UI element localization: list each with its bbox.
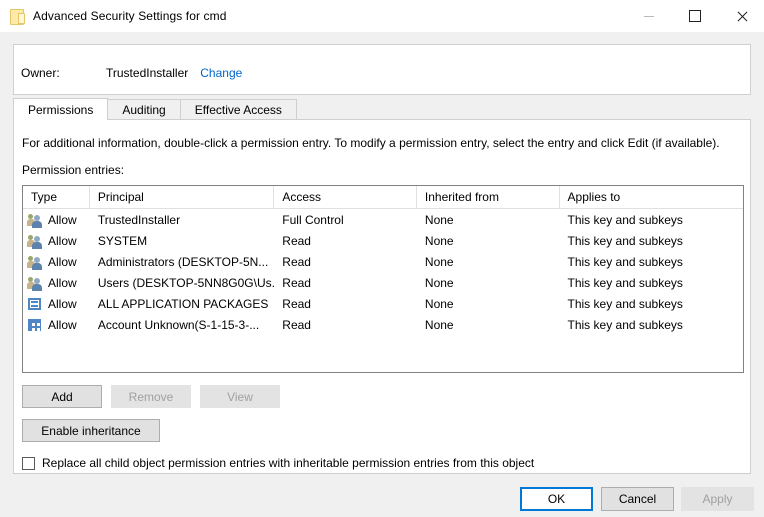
cell-access: Read: [274, 318, 417, 332]
cell-inherited-from: None: [417, 234, 560, 248]
cell-access: Read: [274, 297, 417, 311]
replace-child-permissions-checkbox[interactable]: [22, 457, 35, 470]
tab-strip: Permissions Auditing Effective Access: [13, 98, 296, 120]
cell-type: Allow: [48, 276, 77, 290]
column-header-inherited-from[interactable]: Inherited from: [417, 186, 560, 208]
minimize-icon: [644, 16, 654, 17]
close-icon: [736, 11, 747, 22]
cell-access: Read: [274, 255, 417, 269]
cell-applies-to: This key and subkeys: [560, 297, 743, 311]
cell-principal: ALL APPLICATION PACKAGES: [90, 297, 274, 311]
cell-applies-to: This key and subkeys: [560, 255, 743, 269]
info-text: For additional information, double-click…: [22, 136, 720, 150]
app-package-icon: [27, 296, 43, 312]
maximize-icon: [689, 10, 701, 22]
cell-type: Allow: [48, 234, 77, 248]
cancel-button[interactable]: Cancel: [601, 487, 674, 511]
cell-type: Allow: [48, 318, 77, 332]
group-icon: [27, 233, 43, 249]
table-row[interactable]: Allow TrustedInstaller Full Control None…: [23, 209, 743, 230]
caption-buttons: [626, 0, 764, 32]
group-icon: [27, 275, 43, 291]
cell-applies-to: This key and subkeys: [560, 318, 743, 332]
replace-child-permissions-label: Replace all child object permission entr…: [42, 456, 534, 470]
owner-label: Owner:: [21, 66, 106, 80]
enable-inheritance-button[interactable]: Enable inheritance: [22, 419, 160, 442]
column-header-applies-to[interactable]: Applies to: [560, 186, 743, 208]
permissions-panel: For additional information, double-click…: [13, 119, 751, 474]
table-row[interactable]: Allow ALL APPLICATION PACKAGES Read None…: [23, 293, 743, 314]
change-owner-link[interactable]: Change: [200, 66, 242, 80]
replace-child-permissions-row: Replace all child object permission entr…: [22, 456, 534, 470]
cell-type: Allow: [48, 213, 77, 227]
cell-applies-to: This key and subkeys: [560, 234, 743, 248]
cell-applies-to: This key and subkeys: [560, 213, 743, 227]
close-button[interactable]: [718, 0, 764, 32]
table-row[interactable]: Allow SYSTEM Read None This key and subk…: [23, 230, 743, 251]
group-icon: [27, 254, 43, 270]
cell-inherited-from: None: [417, 318, 560, 332]
cell-type: Allow: [48, 255, 77, 269]
cell-applies-to: This key and subkeys: [560, 276, 743, 290]
tab-permissions[interactable]: Permissions: [13, 98, 108, 120]
add-button[interactable]: Add: [22, 385, 102, 408]
owner-row: Owner: TrustedInstaller Change: [21, 66, 242, 80]
table-row[interactable]: Allow Administrators (DESKTOP-5N... Read…: [23, 251, 743, 272]
column-header-access[interactable]: Access: [274, 186, 417, 208]
cell-inherited-from: None: [417, 255, 560, 269]
maximize-button[interactable]: [672, 0, 718, 32]
cell-access: Read: [274, 234, 417, 248]
remove-button: Remove: [111, 385, 191, 408]
cell-access: Full Control: [274, 213, 417, 227]
tab-effective-access[interactable]: Effective Access: [180, 99, 297, 120]
app-package-icon: [27, 317, 43, 333]
cell-principal: TrustedInstaller: [90, 213, 274, 227]
table-row[interactable]: Allow Users (DESKTOP-5NN8G0G\Us... Read …: [23, 272, 743, 293]
cell-inherited-from: None: [417, 297, 560, 311]
apply-button: Apply: [681, 487, 754, 511]
cell-principal: Users (DESKTOP-5NN8G0G\Us...: [90, 276, 274, 290]
folder-icon: [9, 8, 25, 24]
view-button: View: [200, 385, 280, 408]
column-header-type[interactable]: Type: [23, 186, 90, 208]
cell-principal: Account Unknown(S-1-15-3-...: [90, 318, 274, 332]
cell-access: Read: [274, 276, 417, 290]
cell-inherited-from: None: [417, 276, 560, 290]
cell-type: Allow: [48, 297, 77, 311]
minimize-button[interactable]: [626, 0, 672, 32]
cell-principal: Administrators (DESKTOP-5N...: [90, 255, 274, 269]
tab-auditing[interactable]: Auditing: [107, 99, 180, 120]
owner-value: TrustedInstaller: [106, 66, 188, 80]
cell-principal: SYSTEM: [90, 234, 274, 248]
ok-button[interactable]: OK: [520, 487, 593, 511]
table-row[interactable]: Allow Account Unknown(S-1-15-3-... Read …: [23, 314, 743, 335]
group-icon: [27, 212, 43, 228]
title-bar: Advanced Security Settings for cmd: [0, 0, 764, 32]
owner-panel: Owner: TrustedInstaller Change: [13, 44, 751, 95]
permission-entries-table[interactable]: Type Principal Access Inherited from App…: [22, 185, 744, 373]
window-title: Advanced Security Settings for cmd: [33, 9, 227, 23]
cell-inherited-from: None: [417, 213, 560, 227]
table-header-row: Type Principal Access Inherited from App…: [23, 186, 743, 209]
permission-entries-label: Permission entries:: [22, 163, 124, 177]
column-header-principal[interactable]: Principal: [90, 186, 274, 208]
